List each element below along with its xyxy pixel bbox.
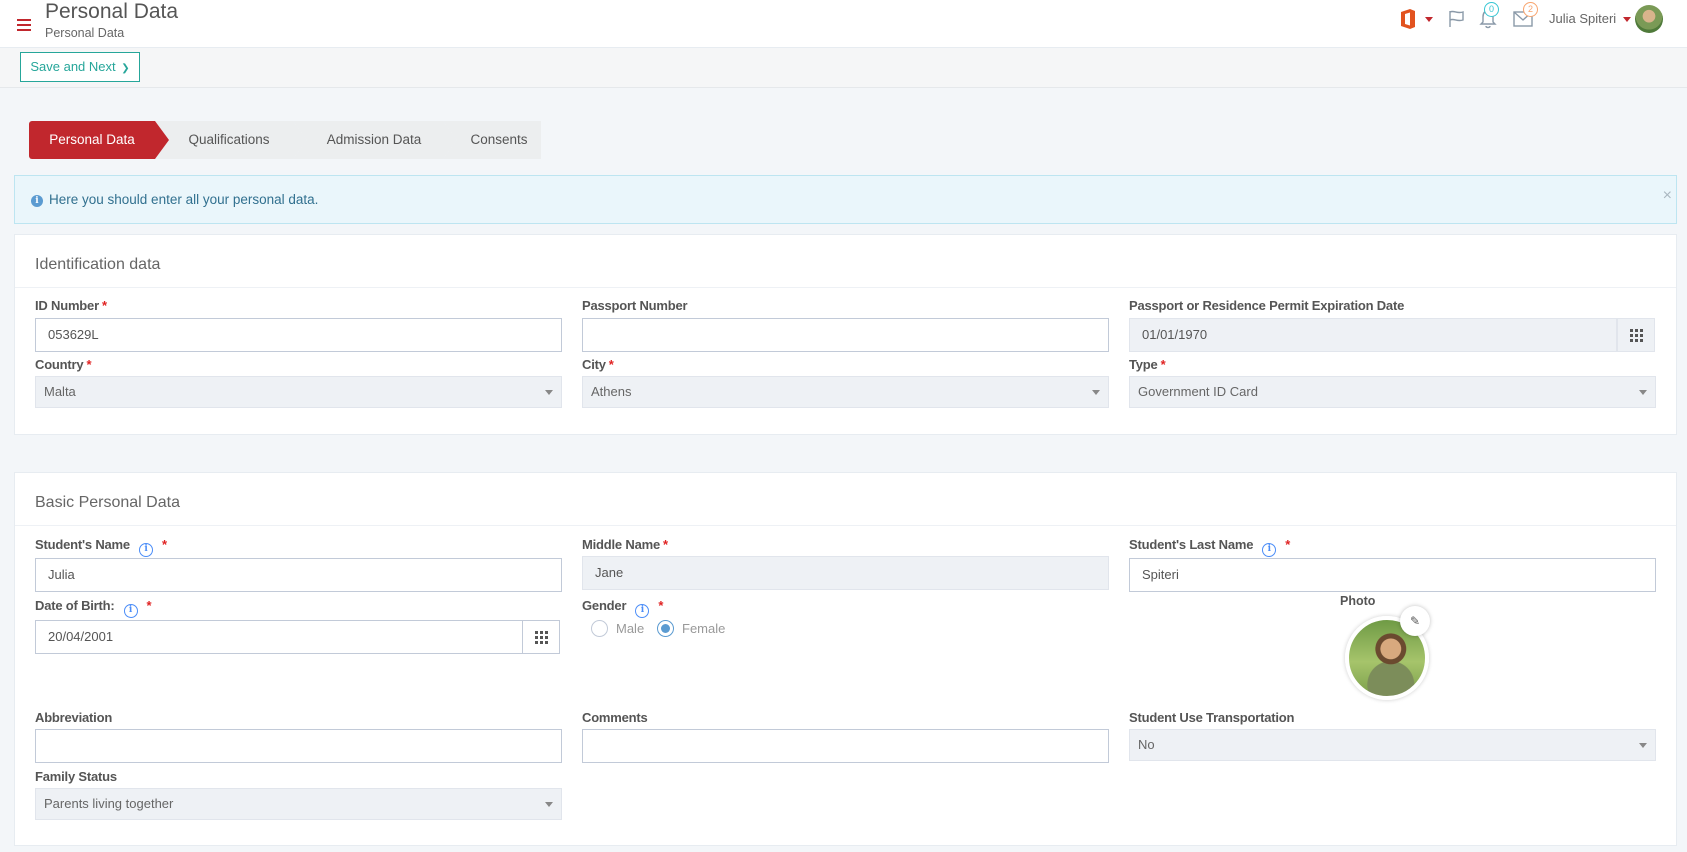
avatar[interactable] (1635, 5, 1663, 33)
last-name-label: Student's Last Name i * (1129, 537, 1290, 557)
country-select[interactable]: Malta (35, 376, 562, 408)
info-icon[interactable]: i (1262, 543, 1277, 557)
user-name[interactable]: Julia Spiteri (1549, 11, 1616, 26)
step-personal-data[interactable]: Personal Data (29, 121, 169, 159)
flag-icon[interactable] (1448, 10, 1466, 28)
toolbar: Save and Next ❯ (0, 48, 1687, 88)
country-label: Country * (35, 357, 92, 372)
date-of-birth-input[interactable]: 20/04/2001 (35, 620, 523, 654)
save-and-next-label: Save and Next (30, 59, 116, 74)
abbreviation-label: Abbreviation (35, 710, 113, 725)
section-title: Identification data (35, 256, 161, 273)
notifications-badge: 0 (1484, 2, 1499, 17)
office-icon[interactable] (1399, 9, 1417, 29)
transportation-label: Student Use Transportation (1129, 710, 1295, 725)
chevron-down-icon (545, 390, 553, 395)
comments-label: Comments (582, 710, 648, 725)
chevron-down-icon (545, 802, 553, 807)
middle-name-input[interactable]: Jane (582, 556, 1109, 590)
id-number-label: ID Number * (35, 298, 107, 313)
step-admission-data[interactable]: Admission Data (293, 121, 457, 159)
expiration-date-input[interactable]: 01/01/1970 (1129, 318, 1617, 352)
messages-badge: 2 (1523, 2, 1538, 17)
student-name-input[interactable]: Julia (35, 558, 562, 592)
expiration-date-label: Passport or Residence Permit Expiration … (1129, 298, 1405, 313)
step-qualifications[interactable]: Qualifications (155, 121, 307, 159)
info-icon[interactable]: i (123, 604, 138, 618)
breadcrumb: Personal Data (45, 26, 125, 40)
photo-label: Photo (1340, 594, 1376, 608)
info-icon[interactable]: i (635, 604, 650, 618)
student-name-label: Student's Name i * (35, 537, 167, 557)
info-icon[interactable]: i (138, 543, 153, 557)
middle-name-label: Middle Name * (582, 537, 668, 552)
step-consents[interactable]: Consents (443, 121, 541, 159)
passport-number-input[interactable] (582, 318, 1109, 352)
top-header: Personal Data Personal Data 0 2 Julia Sp… (0, 0, 1687, 48)
chevron-right-icon: ❯ (121, 63, 130, 74)
save-and-next-button[interactable]: Save and Next ❯ (20, 52, 140, 82)
passport-number-label: Passport Number (582, 298, 688, 313)
family-status-label: Family Status (35, 769, 117, 784)
step-label: Consents (470, 132, 528, 147)
office-menu-caret-icon[interactable] (1425, 17, 1433, 22)
info-icon: i (31, 195, 43, 207)
type-select[interactable]: Government ID Card (1129, 376, 1656, 408)
id-number-input[interactable]: 053629L (35, 318, 562, 352)
user-menu-caret-icon[interactable] (1623, 17, 1631, 22)
section-title: Basic Personal Data (35, 494, 180, 511)
abbreviation-input[interactable] (35, 729, 562, 763)
alert-text: Here you should enter all your personal … (49, 192, 319, 207)
calendar-icon[interactable] (522, 620, 560, 654)
calendar-icon[interactable] (1617, 318, 1655, 352)
gender-female-radio[interactable]: Female (657, 620, 725, 637)
chevron-down-icon (1639, 390, 1647, 395)
info-alert: i Here you should enter all your persona… (14, 175, 1677, 224)
type-label: Type * (1129, 357, 1166, 372)
transportation-select[interactable]: No (1129, 729, 1656, 761)
page-title: Personal Data (45, 0, 179, 23)
city-label: City * (582, 357, 614, 372)
chevron-down-icon (1639, 743, 1647, 748)
pencil-icon[interactable]: ✎ (1400, 606, 1430, 636)
close-icon[interactable]: × (1663, 187, 1672, 205)
family-status-select[interactable]: Parents living together (35, 788, 562, 820)
menu-icon[interactable] (17, 19, 31, 34)
step-label: Qualifications (188, 132, 270, 147)
comments-input[interactable] (582, 729, 1109, 763)
step-label: Admission Data (326, 132, 422, 147)
gender-male-radio[interactable]: Male (591, 620, 644, 637)
step-label: Personal Data (49, 132, 135, 147)
city-select[interactable]: Athens (582, 376, 1109, 408)
chevron-down-icon (1092, 390, 1100, 395)
date-of-birth-label: Date of Birth: i * (35, 598, 152, 618)
gender-label: Gender i * (582, 598, 663, 618)
last-name-input[interactable]: Spiteri (1129, 558, 1656, 592)
